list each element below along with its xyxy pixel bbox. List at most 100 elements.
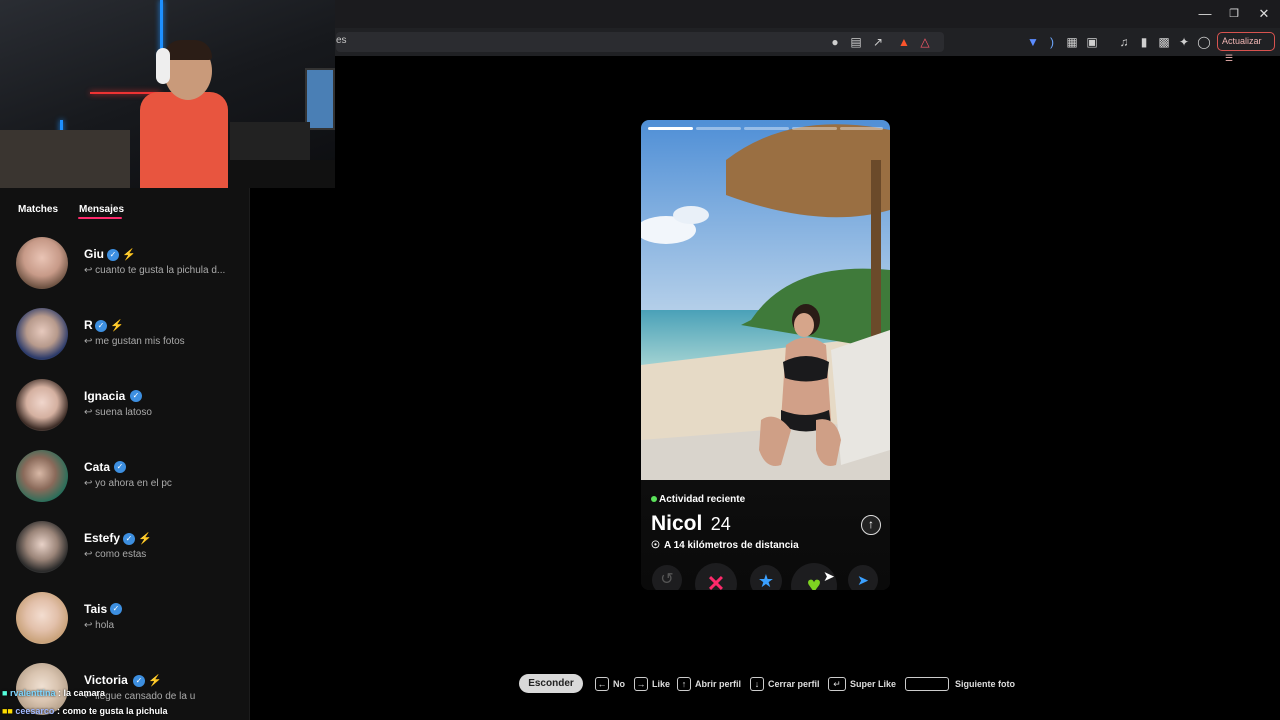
avatar xyxy=(16,237,68,289)
contact-name: Tais xyxy=(84,602,108,616)
conversation-item[interactable]: R ✓ ⚡ ↩ me gustan mis fotos xyxy=(0,303,250,365)
verified-icon: ✓ xyxy=(107,248,119,261)
chat-line: ■■ ceesarco : como te gusta la pichula xyxy=(2,706,168,716)
message-text: yo ahora en el pc xyxy=(95,478,172,489)
arrow-left-key-icon: ← xyxy=(595,677,609,691)
distance-text: A 14 kilómetros de distancia xyxy=(663,540,799,551)
conversation-item[interactable]: Estefy ✓ ⚡ ↩ como estas xyxy=(0,516,250,578)
message-text: cuanto te gusta la pichula d... xyxy=(95,265,226,276)
verified-icon: ✓ xyxy=(133,674,145,687)
photo-progress-segment xyxy=(744,127,789,130)
photo-progress-active xyxy=(648,127,693,130)
chat-line: ■ rvalenttina : la camara xyxy=(2,688,106,698)
vpn-shield-icon[interactable]: ◯ xyxy=(1195,33,1213,51)
profile-info: Actividad reciente Nicol 24 ↑ ☉ A 14 kiló… xyxy=(641,480,890,590)
shortcut-label: Abrir perfil xyxy=(695,679,742,689)
conversation-item[interactable]: Ignacia ✓ ↩ suena latoso xyxy=(0,374,250,436)
nope-button[interactable]: ✕ xyxy=(695,563,737,590)
message-text: me gustan mis fotos xyxy=(95,336,185,347)
activity-label: Actividad reciente xyxy=(659,494,746,505)
beach-photo xyxy=(641,120,890,485)
nope-icon: ✕ xyxy=(706,571,726,590)
chat-badge-icon: ■■ xyxy=(2,706,13,716)
message-preview: ↩ yo ahora en el pc xyxy=(84,478,172,489)
photo-progress-segment xyxy=(840,127,883,130)
reply-icon: ↩ xyxy=(84,407,96,418)
tab-matches[interactable]: Matches xyxy=(18,204,58,215)
profile-card[interactable]: Actividad reciente Nicol 24 ↑ ☉ A 14 kiló… xyxy=(641,120,890,590)
super-like-button[interactable]: ★ xyxy=(750,565,782,590)
activity-status: Actividad reciente xyxy=(651,494,745,505)
brave-rewards-icon[interactable]: △ xyxy=(916,33,934,51)
verified-icon: ✓ xyxy=(95,319,107,332)
extensions-puzzle-icon[interactable]: ▦ xyxy=(1063,33,1081,51)
open-profile-button[interactable]: ↑ xyxy=(861,515,881,535)
address-text: es xyxy=(336,35,347,46)
conversation-item[interactable]: Tais ✓ ↩ hola xyxy=(0,587,250,649)
chat-text: como te gusta la pichula xyxy=(62,706,168,716)
verified-icon: ✓ xyxy=(123,532,135,545)
minimize-button[interactable]: — xyxy=(1190,4,1220,24)
badges: ✓ xyxy=(130,390,142,402)
super-like-icon: ★ xyxy=(757,571,775,590)
contact-name: Estefy xyxy=(84,531,121,545)
message-preview: ↩ suena latoso xyxy=(84,407,152,418)
leo-ai-icon[interactable]: ✦ xyxy=(1175,33,1193,51)
restore-button[interactable]: ❐ xyxy=(1219,4,1249,24)
update-label: Actualizar xyxy=(1222,36,1262,46)
shortcut-label: Super Like xyxy=(850,679,897,689)
wallet-icon[interactable]: ▩ xyxy=(1155,33,1173,51)
extension-icon[interactable]: ▼ xyxy=(1024,33,1042,51)
tab-mensajes[interactable]: Mensajes xyxy=(79,204,124,215)
message-text: suena latoso xyxy=(95,407,152,418)
update-button[interactable]: Actualizar ☰ xyxy=(1217,32,1275,63)
share-icon[interactable]: ↗ xyxy=(869,33,887,51)
contact-name: Ignacia xyxy=(84,389,126,403)
profile-name: Nicol xyxy=(651,512,703,535)
shortcut-label: Like xyxy=(652,679,671,689)
active-dot-icon xyxy=(651,496,657,503)
chat-user: rvalenttina xyxy=(9,688,56,698)
avatar xyxy=(16,521,68,573)
name-age: Nicol 24 xyxy=(651,512,731,536)
close-window-button[interactable]: ✕ xyxy=(1249,4,1279,24)
cast-icon[interactable]: ▤ xyxy=(847,33,865,51)
badges: ✓ xyxy=(110,603,122,615)
badges: ✓ ⚡ xyxy=(133,674,162,687)
contact-name: Giu xyxy=(84,247,104,261)
conversation-item[interactable]: Giu ✓ ⚡ ↩ cuanto te gusta la pichula d... xyxy=(0,232,250,294)
conversation-item[interactable]: Cata ✓ ↩ yo ahora en el pc xyxy=(0,445,250,507)
verified-icon: ✓ xyxy=(110,603,122,615)
boost-icon: ⚡ xyxy=(138,533,152,545)
sidebar-icon[interactable]: ▮ xyxy=(1135,33,1153,51)
badges: ✓ ⚡ xyxy=(107,248,136,261)
photo-progress-segment xyxy=(792,127,837,130)
boost-send-icon: ➤ xyxy=(857,572,869,588)
profile-age: 24 xyxy=(710,514,731,534)
enter-key-icon: ↵ xyxy=(828,677,846,691)
boost-send-button[interactable]: ➤ xyxy=(848,565,878,590)
screenshot-icon[interactable]: ▣ xyxy=(1083,33,1101,51)
verified-icon: ✓ xyxy=(130,390,142,402)
reply-icon: ↩ xyxy=(84,336,96,347)
message-text: llegue cansado de la u xyxy=(95,691,196,702)
reply-icon: ↩ xyxy=(84,620,96,631)
arrow-up-icon: ↑ xyxy=(868,517,874,531)
avatar xyxy=(16,379,68,431)
badges: ✓ xyxy=(114,461,126,473)
music-icon[interactable]: ♫ xyxy=(1115,33,1133,51)
arrow-up-key-icon: ↑ xyxy=(677,677,691,691)
rewind-icon: ↺ xyxy=(660,571,674,588)
wireless-icon[interactable]: ) xyxy=(1043,33,1061,51)
distance: ☉ A 14 kilómetros de distancia xyxy=(651,540,799,551)
brave-shields-icon[interactable]: ▲ xyxy=(895,33,913,51)
message-preview: ↩ hola xyxy=(84,620,114,631)
boost-icon: ⚡ xyxy=(110,320,124,332)
hide-button[interactable]: Esconder xyxy=(519,674,583,693)
arrow-down-key-icon: ↓ xyxy=(750,677,764,691)
profile-photo[interactable] xyxy=(641,120,890,485)
reply-icon: ↩ xyxy=(84,549,96,560)
rewind-button[interactable]: ↺ xyxy=(652,565,682,590)
mouse-cursor-icon: ➤ xyxy=(823,568,835,584)
location-icon[interactable]: ● xyxy=(826,33,844,51)
